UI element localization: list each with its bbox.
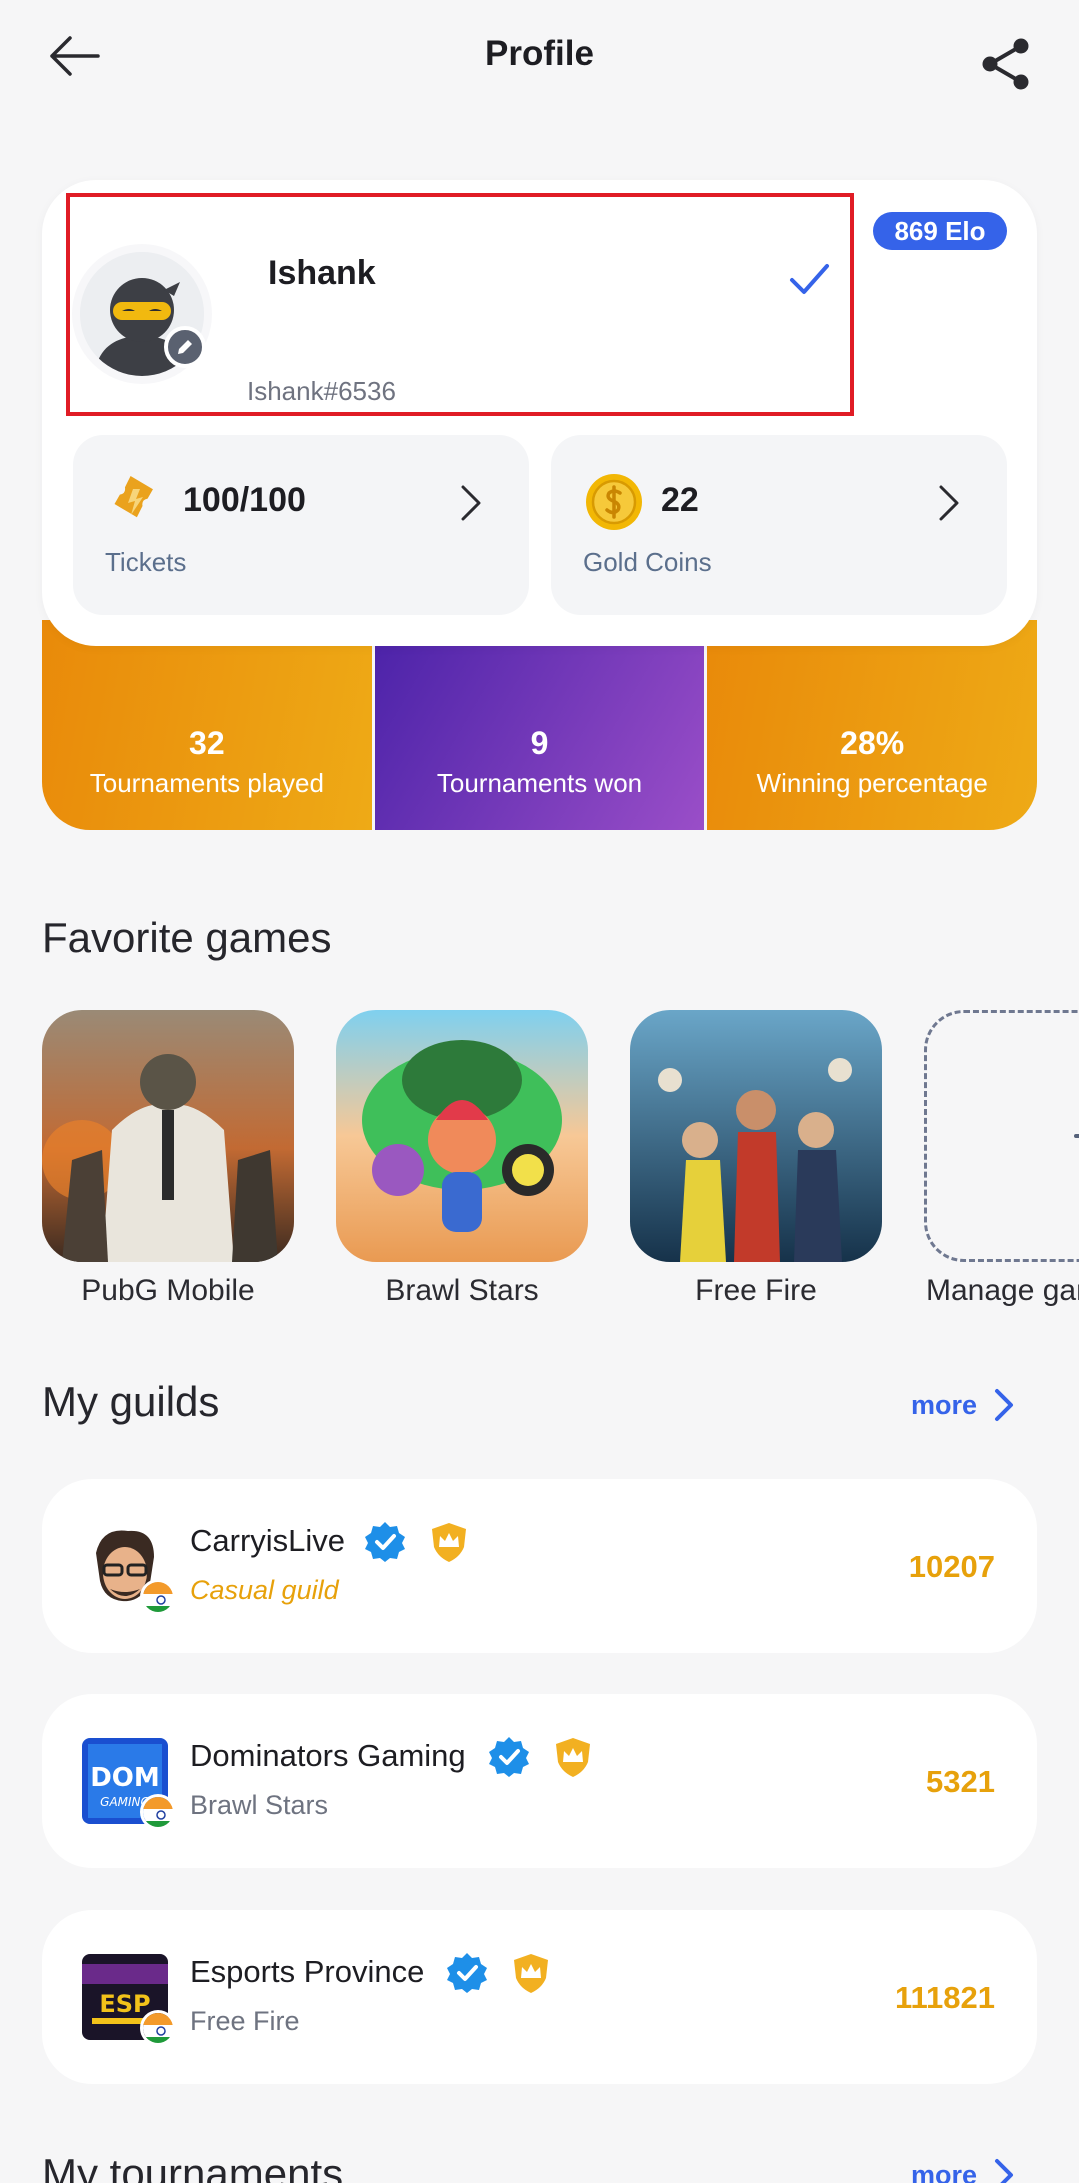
chevron-right-icon: [461, 485, 481, 521]
chevron-right-icon: [995, 2159, 1014, 2183]
more-label: more: [911, 1389, 978, 1420]
india-flag-icon: [140, 1794, 176, 1830]
favorite-games-title: Favorite games: [42, 914, 332, 961]
stat-winning-percentage: 28% Winning percentage: [707, 620, 1037, 830]
stat-label: Tournaments won: [436, 768, 643, 798]
guild-card[interactable]: CarryisLive Casual guild 10207: [42, 1479, 1037, 1653]
game-tile-pubg[interactable]: PubG Mobile: [42, 1010, 294, 1308]
verified-badge-icon: [365, 1522, 405, 1562]
gold-coins-card[interactable]: 22 Gold Coins: [551, 435, 1007, 615]
guild-card[interactable]: ESP Esports Province Free Fire 111821: [42, 1910, 1037, 2084]
manage-games-tile[interactable]: Manage games: [924, 1010, 1079, 1308]
tickets-value: 100/100: [183, 481, 306, 519]
guild-score: 10207: [908, 1549, 995, 1584]
share-button[interactable]: [976, 34, 1036, 94]
guild-subtitle: Brawl Stars: [190, 1790, 329, 1820]
stat-label: Tournaments played: [89, 768, 324, 798]
manage-games-label: Manage games: [926, 1274, 1079, 1307]
crown-shield-icon: [556, 1738, 590, 1777]
tournaments-more-link[interactable]: more: [911, 2158, 1015, 2183]
guilds-more-link[interactable]: more: [911, 1388, 1015, 1422]
gold-coins-label: Gold Coins: [583, 547, 712, 577]
verified-badge-icon: [447, 1953, 487, 1993]
elo-badge: 869 Elo: [873, 212, 1007, 250]
game-name: Brawl Stars: [385, 1274, 539, 1307]
tickets-card[interactable]: 100/100 Tickets: [73, 435, 529, 615]
guild-name: Esports Province: [190, 1954, 425, 1989]
stats-row: 32 Tournaments played 9 Tournaments won …: [42, 620, 1037, 830]
plus-icon: [1074, 1134, 1079, 1138]
verified-badge-icon: [489, 1737, 529, 1777]
india-flag-icon: [140, 1579, 176, 1615]
stat-label: Winning percentage: [756, 768, 988, 798]
stat-tournaments-played: 32 Tournaments played: [42, 620, 372, 830]
crown-shield-icon: [432, 1523, 466, 1562]
crown-shield-icon: [514, 1954, 548, 1993]
manage-games-box: [924, 1010, 1079, 1262]
stat-value: 9: [530, 725, 549, 761]
svg-text:DOM: DOM: [90, 1763, 160, 1793]
stat-value: 32: [189, 725, 225, 761]
chevron-right-icon: [995, 1389, 1014, 1421]
guild-score: 111821: [894, 1980, 995, 2015]
chevron-right-icon: [939, 485, 959, 521]
guild-name: Dominators Gaming: [190, 1738, 466, 1773]
favorite-games-list: PubG Mobile Brawl Stars Free Fire Manage…: [42, 1010, 1079, 1330]
guild-score: 5321: [926, 1764, 995, 1799]
my-tournaments-title: My tournaments: [42, 2150, 344, 2183]
game-name: PubG Mobile: [81, 1274, 255, 1307]
game-name: Free Fire: [695, 1274, 817, 1307]
pencil-icon: [178, 340, 192, 354]
checkmark-icon: [790, 264, 829, 294]
page-title: Profile: [485, 34, 594, 73]
guild-subtitle: Casual guild: [190, 1575, 339, 1605]
india-flag-icon: [140, 2010, 176, 2046]
header: Profile: [0, 0, 1079, 110]
share-icon: [982, 38, 1029, 90]
free-fire-thumbnail: [630, 1010, 882, 1262]
game-tile-free-fire[interactable]: Free Fire: [630, 1010, 882, 1308]
user-tag: Ishank#6536: [247, 376, 396, 406]
stat-tournaments-won: 9 Tournaments won: [374, 620, 705, 830]
guild-subtitle: Free Fire: [190, 2006, 300, 2036]
my-guilds-title: My guilds: [42, 1378, 220, 1425]
game-tile-brawl-stars[interactable]: Brawl Stars: [336, 1010, 588, 1308]
guild-card[interactable]: DOM GAMING Dominators Gaming Brawl Stars…: [42, 1694, 1037, 1868]
pubg-thumbnail: [42, 1010, 294, 1262]
gold-coin-icon: [586, 474, 642, 530]
stat-value: 28%: [840, 725, 905, 761]
tickets-label: Tickets: [105, 547, 187, 577]
edit-avatar-button[interactable]: [164, 326, 206, 368]
ticket-icon: [114, 475, 153, 518]
username: Ishank: [268, 254, 376, 292]
brawl-stars-thumbnail: [336, 1010, 588, 1262]
guild-name: CarryisLive: [190, 1523, 346, 1558]
gold-coins-value: 22: [661, 481, 699, 519]
svg-text:ESP: ESP: [99, 1990, 150, 2018]
more-label: more: [911, 2159, 978, 2183]
